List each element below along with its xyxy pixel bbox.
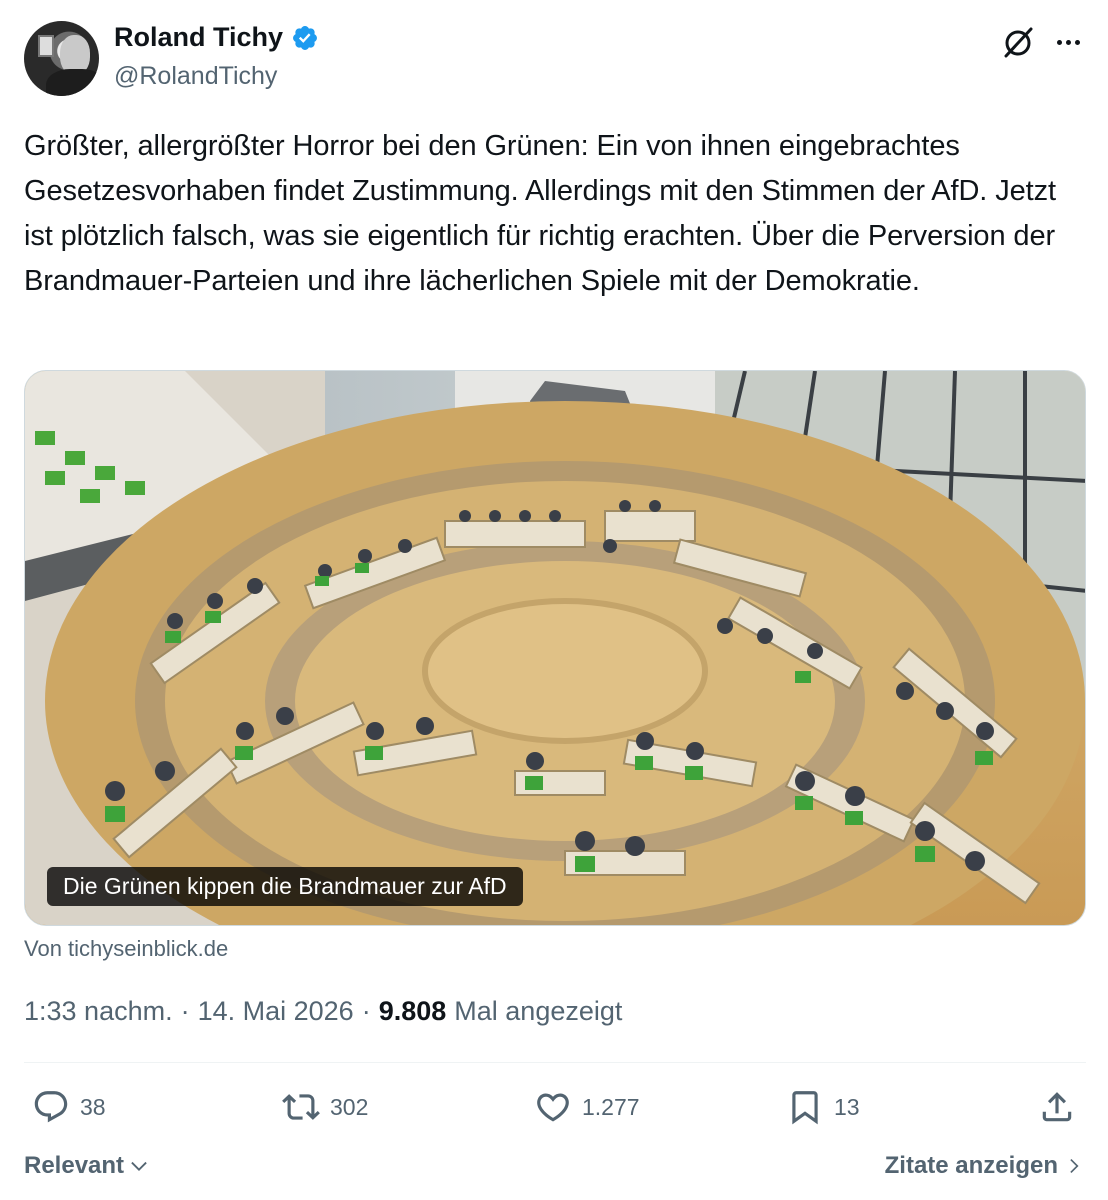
chevron-down-icon — [131, 1161, 147, 1171]
author-handle[interactable]: @RolandTichy — [114, 62, 277, 91]
grok-icon[interactable] — [1000, 24, 1036, 60]
repost-count: 302 — [330, 1093, 369, 1120]
repost-icon — [282, 1094, 320, 1120]
tweet-text: Größter, allergrößter Horror bei den Grü… — [24, 130, 1056, 297]
quotes-label: Zitate anzeigen — [884, 1152, 1058, 1179]
tweet-time[interactable]: 1:33 nachm. — [24, 996, 173, 1027]
card-caption: Die Grünen kippen die Brandmauer zur AfD — [47, 867, 523, 906]
more-options-icon[interactable] — [1052, 26, 1084, 58]
sort-label: Relevant — [24, 1152, 125, 1179]
avatar-body — [46, 69, 99, 96]
sort-dropdown[interactable]: Relevant — [24, 1152, 150, 1180]
share-button[interactable] — [1038, 1088, 1076, 1126]
divider — [24, 1062, 1086, 1063]
tweet-meta: 1:33 nachm. · 14. Mai 2026 · 9.808 Mal a… — [24, 996, 622, 1027]
author-name[interactable]: Roland Tichy — [114, 22, 283, 53]
verified-badge-icon — [293, 25, 317, 50]
card-source[interactable]: Von tichyseinblick.de — [24, 936, 228, 962]
view-quotes-link[interactable]: Zitate anzeigen — [885, 1152, 1084, 1180]
chevron-right-icon — [1070, 1158, 1079, 1174]
reply-button[interactable]: 38 — [32, 1088, 106, 1126]
share-icon — [1042, 1092, 1072, 1122]
meta-separator: · — [180, 996, 190, 1026]
repost-button[interactable]: 302 — [282, 1088, 368, 1126]
views-count: 9.808 — [378, 996, 447, 1026]
bookmark-button[interactable]: 13 — [786, 1088, 860, 1126]
author-avatar[interactable] — [24, 21, 99, 96]
like-count: 1.277 — [582, 1093, 640, 1120]
like-button[interactable]: 1.277 — [534, 1088, 640, 1126]
tweet-date[interactable]: 14. Mai 2026 — [198, 996, 354, 1027]
reply-count: 38 — [80, 1093, 106, 1120]
avatar-pin-decoration — [38, 35, 54, 57]
views-label: Mal angezeigt — [454, 996, 623, 1026]
author-name-row[interactable]: Roland Tichy — [114, 22, 319, 53]
bookmark-icon — [792, 1091, 818, 1125]
reply-icon — [34, 1091, 68, 1123]
bookmark-count: 13 — [834, 1093, 860, 1120]
meta-separator: · — [361, 996, 371, 1026]
parliament-photo — [25, 371, 1085, 925]
heart-icon — [537, 1093, 569, 1122]
link-card-image[interactable]: Die Grünen kippen die Brandmauer zur AfD — [24, 370, 1086, 926]
